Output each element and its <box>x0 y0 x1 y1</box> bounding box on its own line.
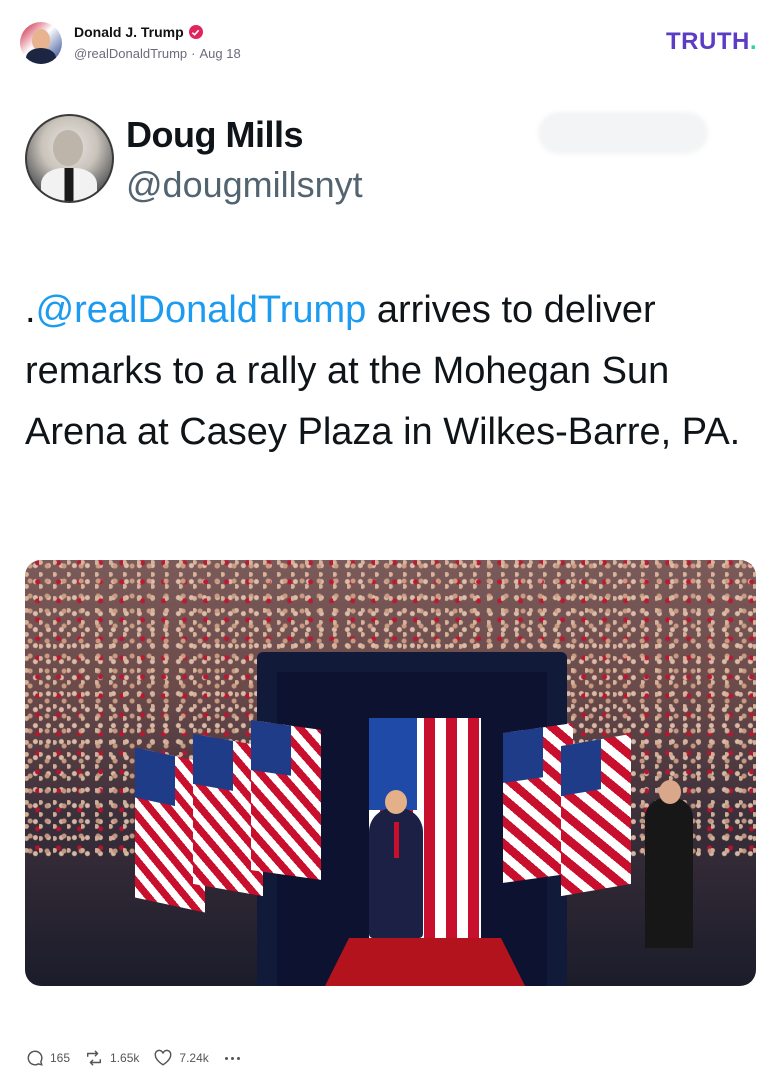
brand-dot: . <box>749 28 757 55</box>
reply-button[interactable]: 165 <box>26 1049 70 1067</box>
meta-separator: · <box>191 46 196 61</box>
security-agent-figure <box>645 780 693 948</box>
embedded-tweet-image[interactable]: Doug Mills @dougmillsnyt .@realDonaldTru… <box>20 100 757 1025</box>
red-carpet <box>325 938 525 986</box>
repost-arrows-icon <box>87 1050 102 1066</box>
reply-count: 165 <box>50 1051 71 1065</box>
author-name[interactable]: Donald J. Trump <box>74 24 184 40</box>
like-count: 7.24k <box>179 1051 209 1065</box>
post-date[interactable]: Aug 18 <box>200 46 241 61</box>
us-flag <box>561 733 631 897</box>
speech-bubble-icon <box>27 1050 43 1066</box>
post-header: Donald J. Trump @realDonaldTrump · Aug 1… <box>20 20 757 66</box>
author-handle[interactable]: @realDonaldTrump <box>74 46 187 61</box>
retruth-count: 1.65k <box>110 1051 140 1065</box>
like-button[interactable]: 7.24k <box>153 1049 209 1067</box>
retruth-button[interactable]: 1.65k <box>84 1049 139 1067</box>
author-avatar[interactable] <box>20 22 62 64</box>
tweet-author-name: Doug Mills <box>126 114 304 155</box>
us-flag <box>251 720 321 880</box>
truth-logo[interactable]: TRUTH. <box>666 28 757 56</box>
verified-badge-icon <box>188 25 203 39</box>
tweet-text-prefix: . <box>25 289 36 331</box>
tweet-author-avatar <box>25 114 114 203</box>
blurred-follow-button <box>538 112 708 154</box>
tweet-text: .@realDonaldTrump arrives to deliver rem… <box>25 280 745 463</box>
ellipsis-icon <box>224 1056 228 1060</box>
brand-wordmark: TRUTH <box>666 28 750 55</box>
action-bar: 165 1.65k 7.24k <box>26 1046 240 1070</box>
author-name-row: Donald J. Trump <box>74 24 203 40</box>
more-options-button[interactable] <box>224 1056 240 1060</box>
tweet-author-handle: @dougmillsnyt <box>126 164 363 205</box>
speaker-figure <box>369 790 423 938</box>
tweet-mention: @realDonaldTrump <box>35 289 367 331</box>
heart-icon <box>155 1049 172 1066</box>
author-meta: @realDonaldTrump · Aug 18 <box>74 46 241 61</box>
rally-photo <box>25 560 756 986</box>
